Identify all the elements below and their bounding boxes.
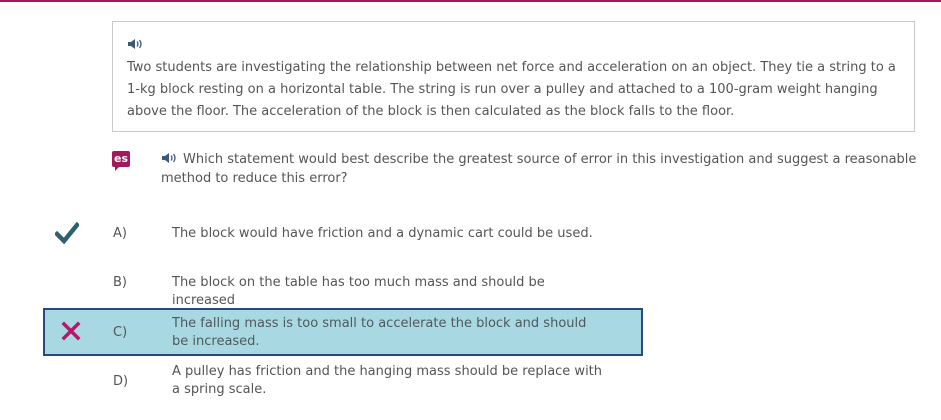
answer-choice-c[interactable]: C) The falling mass is too small to acce… <box>43 308 643 356</box>
question-prompt: Which statement would best describe the … <box>161 150 921 188</box>
checkmark-icon <box>53 221 81 248</box>
answer-choice-d[interactable]: D) A pulley has friction and the hanging… <box>43 362 643 402</box>
choice-letter: C) <box>113 325 128 340</box>
speaker-icon[interactable] <box>127 36 145 50</box>
answer-choice-b[interactable]: B) The block on the table has too much m… <box>43 270 643 308</box>
choice-letter: B) <box>113 275 127 290</box>
choice-letter: D) <box>113 374 129 389</box>
choice-text: The block on the table has too much mass… <box>172 275 545 308</box>
spanish-translation-badge[interactable]: es <box>112 151 130 171</box>
x-icon <box>61 321 81 345</box>
choice-text: A pulley has friction and the hanging ma… <box>172 364 603 397</box>
passage-box: Two students are investigating the relat… <box>112 21 915 132</box>
choice-text: The block would have friction and a dyna… <box>172 226 593 241</box>
top-accent-rule <box>0 0 941 2</box>
choice-text: The falling mass is too small to acceler… <box>172 316 587 349</box>
question-text: Which statement would best describe the … <box>161 152 917 186</box>
answer-choice-a[interactable]: A) The block would have friction and a d… <box>43 220 643 248</box>
choice-letter: A) <box>113 226 127 241</box>
passage-text: Two students are investigating the relat… <box>127 60 896 119</box>
speaker-icon[interactable] <box>161 151 179 165</box>
